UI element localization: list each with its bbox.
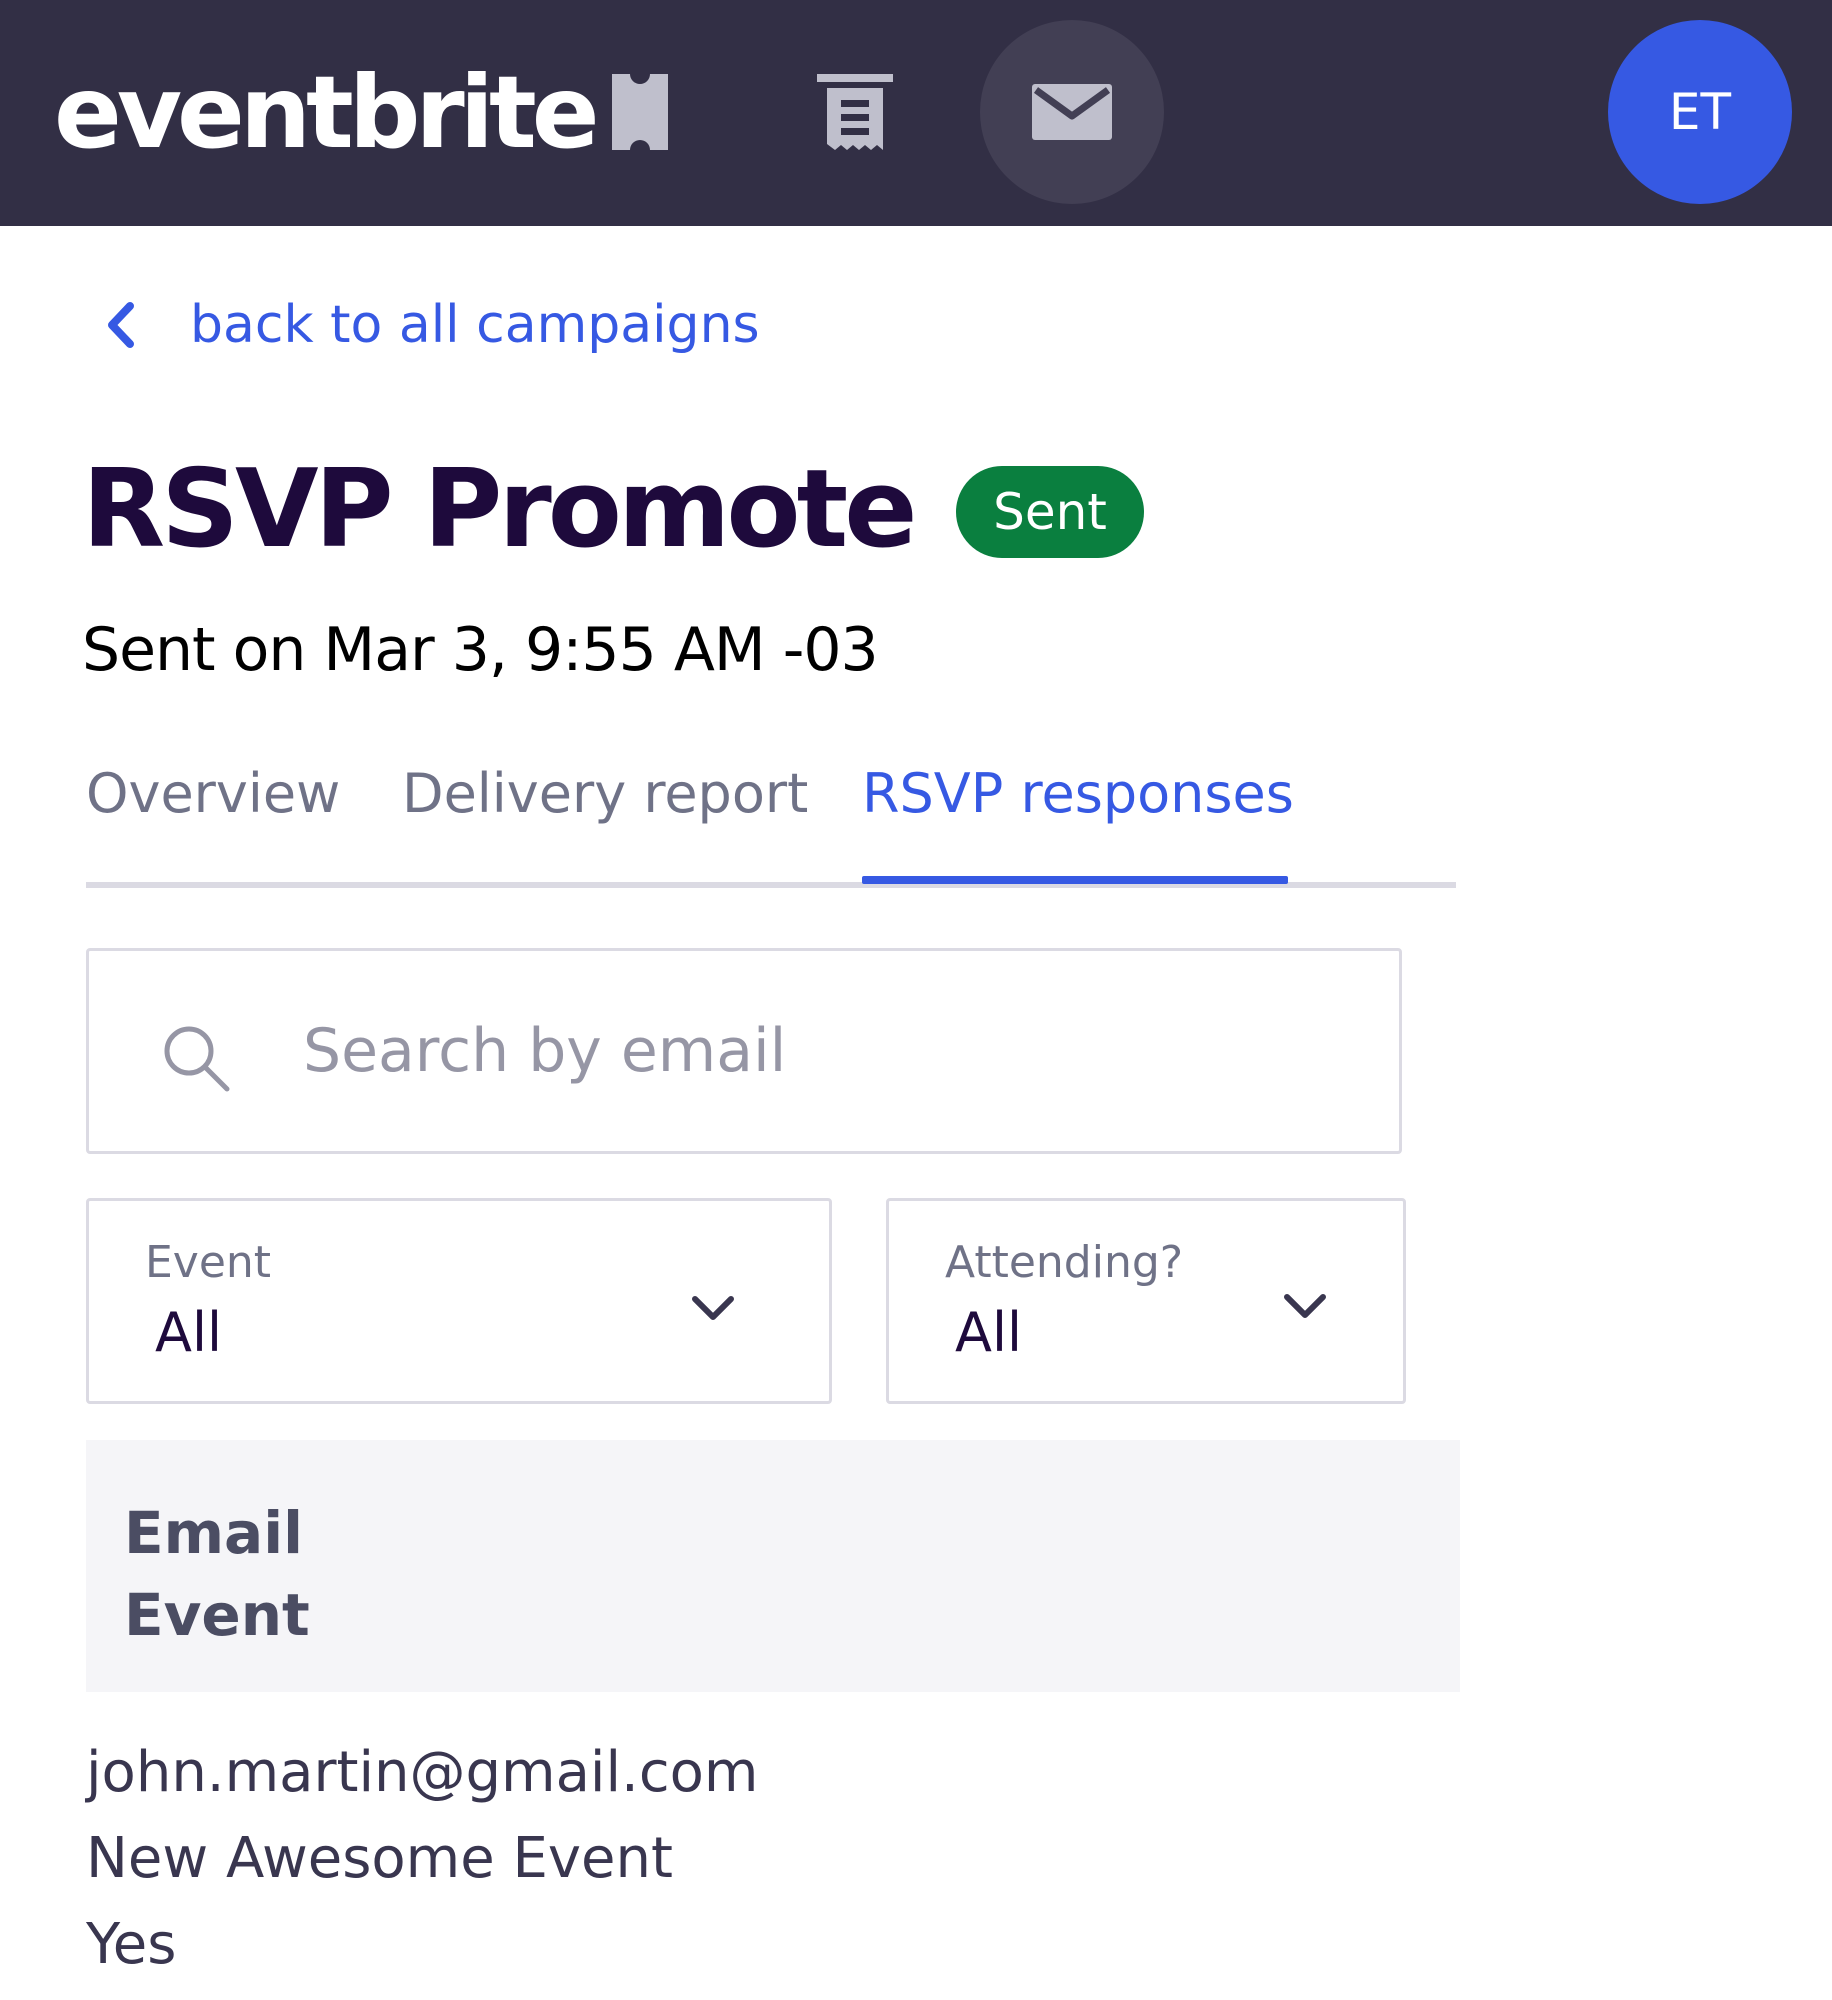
attending-filter-value: All bbox=[955, 1301, 1022, 1364]
page: eventbrite ET back to all campaigns RSVP… bbox=[0, 0, 1832, 2000]
row-event: New Awesome Event bbox=[86, 1826, 673, 1891]
row-email: john.martin@gmail.com bbox=[86, 1740, 759, 1805]
event-filter-value: All bbox=[155, 1301, 222, 1364]
eventbrite-logo[interactable]: eventbrite bbox=[54, 58, 600, 168]
row-attending: Yes bbox=[86, 1912, 177, 1977]
attending-filter-label: Attending? bbox=[945, 1237, 1184, 1288]
user-avatar[interactable]: ET bbox=[1608, 20, 1792, 204]
column-header-email: Email bbox=[124, 1499, 303, 1567]
attending-filter-select[interactable]: Attending? All bbox=[886, 1198, 1406, 1404]
back-link-label: back to all campaigns bbox=[190, 295, 760, 355]
ticket-icon bbox=[612, 74, 668, 150]
active-tab-indicator bbox=[862, 876, 1288, 884]
search-email-input[interactable] bbox=[303, 1001, 1343, 1101]
responses-table-header: Email Event bbox=[86, 1440, 1460, 1692]
chevron-left-icon bbox=[108, 302, 134, 348]
nav-email-campaigns-button[interactable] bbox=[980, 20, 1164, 204]
event-filter-select[interactable]: Event All bbox=[86, 1198, 832, 1404]
page-title: RSVP Promote bbox=[82, 447, 918, 572]
sent-on-timestamp: Sent on Mar 3, 9:55 AM -03 bbox=[82, 615, 879, 685]
search-icon bbox=[164, 1026, 230, 1092]
tab-rsvp-responses[interactable]: RSVP responses bbox=[862, 762, 1294, 825]
column-header-event: Event bbox=[124, 1581, 310, 1649]
status-badge: Sent bbox=[956, 466, 1144, 558]
search-box bbox=[86, 948, 1402, 1154]
mail-icon bbox=[1032, 84, 1112, 140]
nav-tickets-button[interactable] bbox=[548, 20, 732, 204]
chevron-down-icon bbox=[692, 1296, 734, 1320]
chevron-down-icon bbox=[1284, 1294, 1326, 1318]
campaign-tabs: Overview Delivery report RSVP responses bbox=[86, 752, 1456, 892]
orders-icon bbox=[817, 74, 893, 150]
tab-overview[interactable]: Overview bbox=[86, 762, 340, 825]
event-filter-label: Event bbox=[145, 1237, 272, 1288]
top-nav-bar: eventbrite ET bbox=[0, 0, 1832, 226]
back-to-campaigns-link[interactable]: back to all campaigns bbox=[100, 290, 760, 360]
nav-orders-button[interactable] bbox=[763, 20, 947, 204]
tab-delivery-report[interactable]: Delivery report bbox=[402, 762, 808, 825]
table-row: john.martin@gmail.com New Awesome Event … bbox=[86, 1738, 1460, 2000]
